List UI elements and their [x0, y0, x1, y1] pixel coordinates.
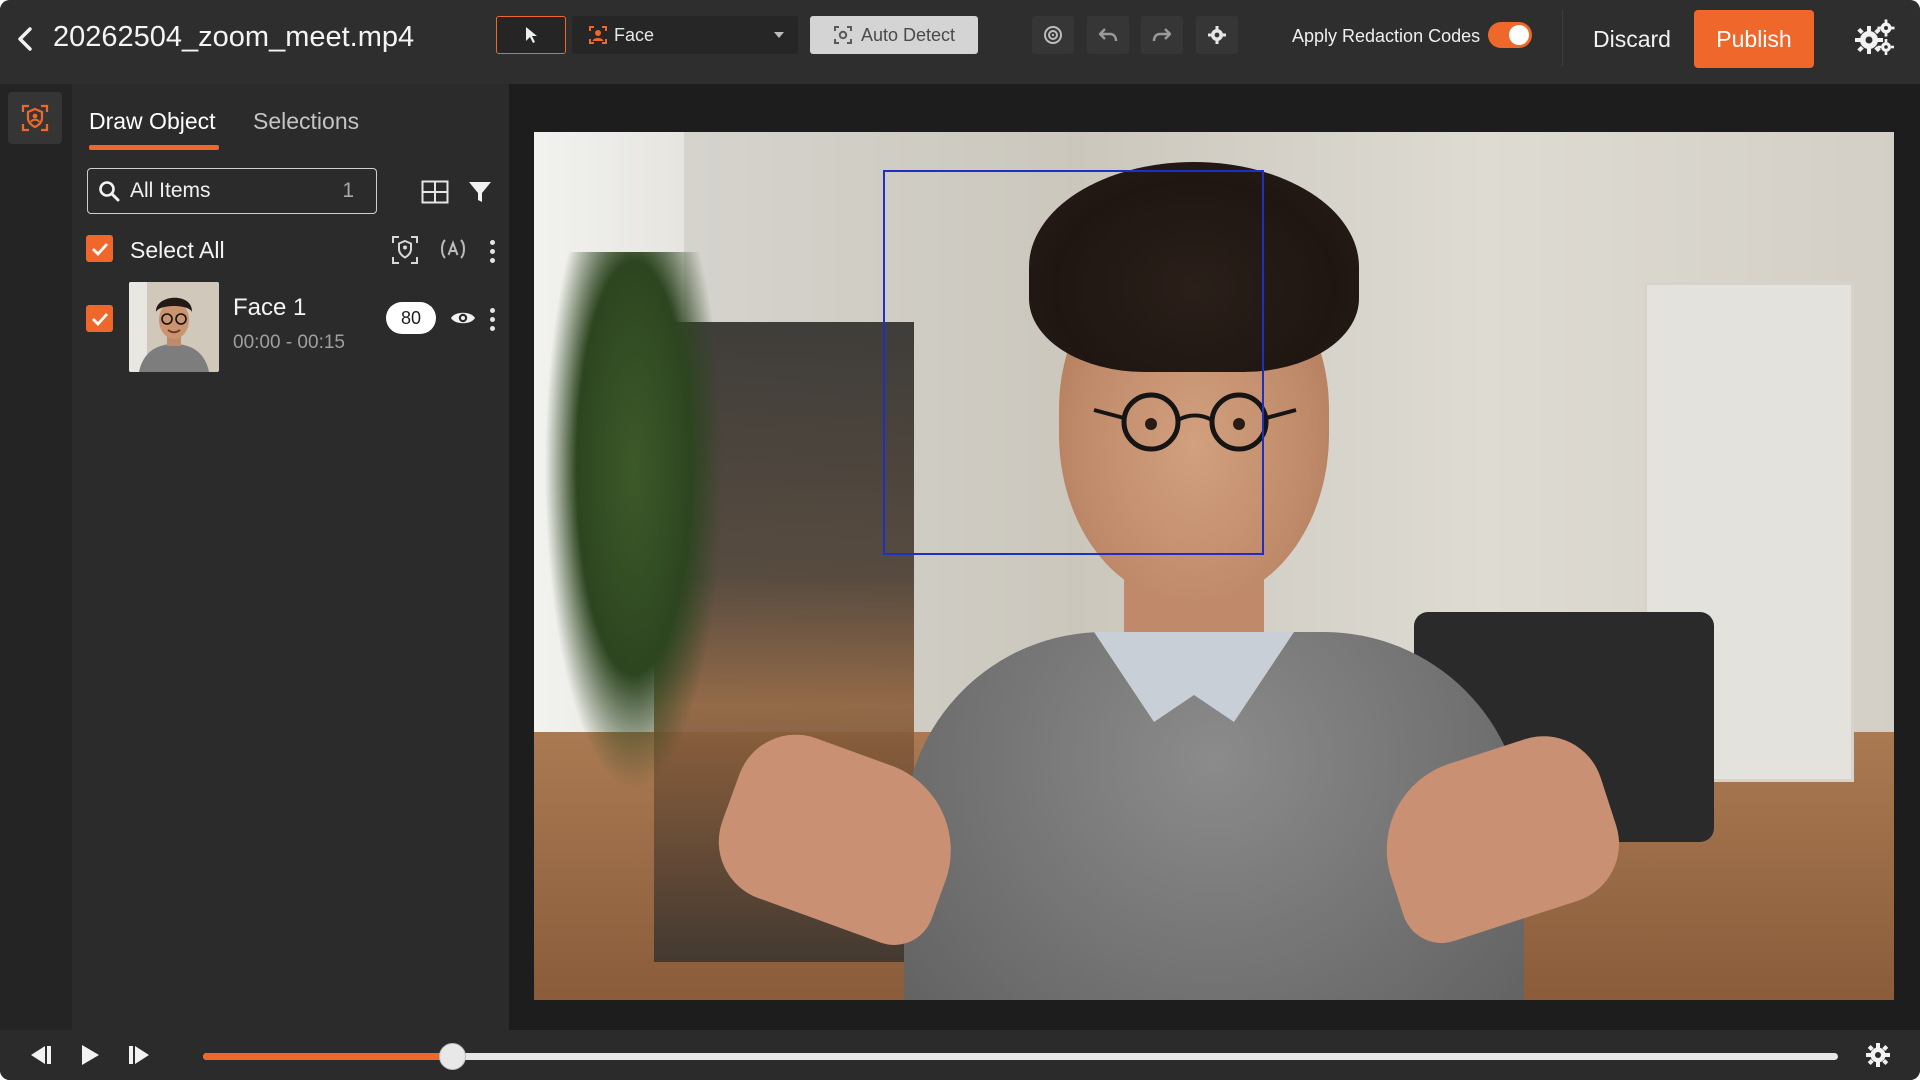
discard-button[interactable]: Discard [1572, 12, 1692, 66]
tool-settings-button[interactable] [1196, 16, 1238, 54]
step-back-icon[interactable] [24, 1039, 56, 1071]
face-bounding-box[interactable] [883, 170, 1264, 555]
top-toolbar: 20262504_zoom_meet.mp4 Face Auto Detect [0, 0, 1920, 84]
filter-button[interactable] [467, 178, 493, 206]
auto-detect-icon [833, 26, 852, 44]
target-icon [1044, 26, 1062, 44]
select-all-checkbox[interactable] [86, 235, 113, 262]
visibility-toggle[interactable] [447, 304, 479, 332]
select-tool-button[interactable] [496, 16, 566, 54]
redact-selected-button[interactable] [389, 233, 421, 267]
more-options-icon[interactable] [486, 236, 498, 266]
face-thumbnail[interactable] [129, 282, 219, 372]
timeline-progress [203, 1053, 452, 1060]
redaction-editor-app: 20262504_zoom_meet.mp4 Face Auto Detect [0, 0, 1920, 1080]
search-icon [99, 181, 120, 202]
auto-a-icon [441, 239, 465, 259]
settings-gears-icon[interactable] [1850, 16, 1898, 60]
detection-type-dropdown[interactable]: Face [572, 16, 798, 54]
detection-type-value: Face [614, 24, 655, 45]
item-checkbox[interactable] [86, 305, 113, 332]
undo-button[interactable] [1087, 16, 1129, 54]
item-time-range: 00:00 - 00:15 [233, 332, 345, 353]
video-frame[interactable] [534, 132, 1894, 1000]
shield-face-icon [392, 236, 418, 264]
grid-view-button[interactable] [420, 178, 450, 206]
gear-icon [1208, 26, 1226, 44]
items-search-input[interactable]: All Items 1 [87, 168, 377, 214]
item-more-options-icon[interactable] [486, 304, 498, 334]
active-tab-indicator [89, 145, 219, 150]
left-rail [0, 84, 72, 1030]
publish-button[interactable]: Publish [1694, 10, 1814, 68]
confidence-badge: 80 [386, 302, 436, 334]
grid-icon [421, 180, 449, 204]
chevron-down-icon [774, 32, 784, 38]
timeline-scrubber[interactable] [203, 1043, 1838, 1070]
player-settings-icon[interactable] [1862, 1039, 1894, 1071]
scene-plant [544, 252, 724, 792]
undo-icon [1098, 28, 1118, 42]
toolbar-divider [1562, 10, 1563, 66]
auto-label-button[interactable] [438, 233, 468, 265]
timeline-handle[interactable] [438, 1043, 466, 1070]
video-stage [509, 84, 1920, 1030]
face-detect-icon [589, 26, 607, 44]
item-name: Face 1 [233, 294, 307, 321]
step-forward-icon[interactable] [124, 1039, 156, 1071]
redaction-mode-button[interactable] [8, 92, 62, 144]
shield-face-icon [21, 104, 49, 132]
auto-detect-button[interactable]: Auto Detect [810, 16, 978, 54]
filter-icon [469, 182, 491, 202]
search-value: All Items [130, 179, 211, 202]
item-count: 1 [342, 179, 354, 202]
player-controls [0, 1030, 1920, 1080]
select-all-label: Select All [130, 237, 225, 263]
play-icon[interactable] [74, 1039, 106, 1071]
redaction-codes-toggle[interactable] [1488, 22, 1532, 48]
check-icon [91, 312, 108, 326]
eye-icon [451, 312, 475, 324]
redaction-codes-label: Apply Redaction Codes [1292, 26, 1481, 46]
cursor-arrow-icon [526, 27, 537, 43]
back-arrow-icon[interactable] [12, 22, 38, 56]
file-title: 20262504_zoom_meet.mp4 [53, 21, 415, 53]
auto-detect-label: Auto Detect [860, 24, 956, 45]
objects-panel: Draw Object Selections All Items 1 Selec… [72, 84, 509, 1030]
tab-draw-object[interactable]: Draw Object [89, 106, 216, 136]
redo-icon [1152, 28, 1172, 42]
redo-button[interactable] [1141, 16, 1183, 54]
check-icon [91, 242, 108, 256]
target-button[interactable] [1032, 16, 1074, 54]
toggle-knob [1509, 25, 1529, 45]
tab-selections[interactable]: Selections [253, 106, 359, 136]
